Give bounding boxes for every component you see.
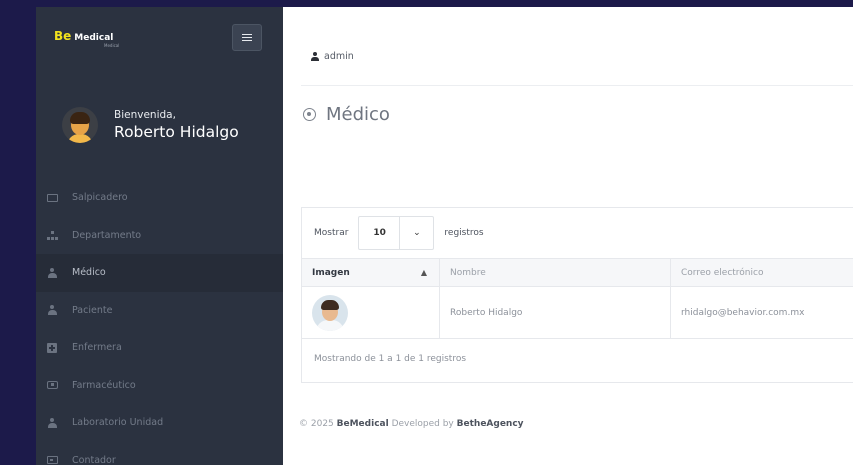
brand-logo-medical: Medical	[74, 33, 114, 43]
sidebar: Be Medical Medical Bienvenida, Roberto H…	[36, 7, 283, 465]
sidebar-item-label: Salpicadero	[72, 192, 128, 204]
show-label: Mostrar	[314, 228, 349, 238]
brand-logo-be: Be	[54, 29, 72, 43]
circle-dot-icon	[303, 108, 316, 121]
user-icon	[311, 52, 319, 61]
footer-agency-link[interactable]: BetheAgency	[457, 419, 524, 429]
brand-tagline: Medical	[104, 43, 120, 48]
table-length-control: Mostrar 10 ⌄ registros	[302, 208, 853, 258]
page-size-select[interactable]: 10 ⌄	[358, 216, 435, 250]
cell-email: rhidalgo@behavior.com.mx	[681, 307, 805, 318]
greeting-text: Bienvenida,	[114, 109, 176, 121]
page-title: Médico	[303, 104, 390, 125]
card-icon	[46, 455, 58, 465]
records-label: registros	[444, 228, 484, 238]
sidebar-item-salpicadero[interactable]: Salpicadero	[36, 179, 283, 217]
user-name: Roberto Hidalgo	[114, 123, 239, 141]
sort-asc-icon: ▲	[420, 268, 427, 277]
sidebar-item-farmaceutico[interactable]: Farmacéutico	[36, 367, 283, 405]
user-profile: Bienvenida, Roberto Hidalgo	[62, 107, 239, 143]
person-icon	[46, 305, 58, 316]
hamburger-icon	[242, 34, 252, 41]
sidebar-item-paciente[interactable]: Paciente	[36, 292, 283, 330]
sidebar-item-label: Farmacéutico	[72, 379, 136, 391]
plus-square-icon	[46, 342, 58, 353]
sidebar-item-label: Contador	[72, 454, 116, 465]
username-label: admin	[324, 51, 354, 62]
monitor-icon	[46, 193, 58, 203]
sidebar-item-laboratorio[interactable]: Laboratorio Unidad	[36, 404, 283, 442]
column-header-nombre[interactable]: Nombre	[440, 259, 671, 286]
sidebar-item-medico[interactable]: Médico	[36, 254, 283, 292]
sidebar-item-contador[interactable]: Contador	[36, 442, 283, 465]
doctor-photo	[312, 294, 348, 331]
pill-icon	[46, 380, 58, 390]
org-chart-icon	[46, 230, 58, 240]
page-footer: © 2025 BeMedical Developed by BetheAgenc…	[299, 419, 524, 429]
main-content: admin Médico Mostrar 10 ⌄ registros Imag…	[283, 7, 853, 465]
records-table-panel: Mostrar 10 ⌄ registros Imagen ▲ Nombre C…	[301, 207, 853, 383]
header-divider	[301, 85, 853, 86]
sidebar-item-enfermera[interactable]: Enfermera	[36, 329, 283, 367]
sidebar-nav: Salpicadero Departamento Médico Paciente…	[36, 179, 283, 465]
sidebar-item-label: Departamento	[72, 229, 142, 241]
footer-brand-link[interactable]: BeMedical	[337, 419, 389, 429]
avatar	[62, 107, 98, 143]
app-window: Be Medical Medical Bienvenida, Roberto H…	[36, 7, 853, 465]
page-size-value: 10	[373, 228, 386, 238]
sidebar-item-label: Paciente	[72, 304, 113, 316]
cell-name: Roberto Hidalgo	[440, 287, 671, 338]
table-row[interactable]: Roberto Hidalgo rhidalgo@behavior.com.mx	[302, 287, 853, 339]
column-header-correo[interactable]: Correo electrónico	[671, 259, 853, 286]
column-header-imagen[interactable]: Imagen ▲	[302, 259, 440, 286]
chevron-down-icon: ⌄	[399, 217, 433, 249]
user-menu[interactable]: admin	[311, 51, 354, 62]
person-icon	[46, 417, 58, 428]
menu-toggle-button[interactable]	[232, 24, 262, 51]
table-info: Mostrando de 1 a 1 de 1 registros	[314, 354, 467, 364]
sidebar-item-label: Enfermera	[72, 342, 122, 354]
sidebar-item-label: Laboratorio Unidad	[72, 417, 164, 429]
table-header: Imagen ▲ Nombre Correo electrónico	[302, 258, 853, 287]
brand-logo[interactable]: Be Medical Medical	[54, 29, 119, 48]
sidebar-item-departamento[interactable]: Departamento	[36, 217, 283, 255]
sidebar-item-label: Médico	[72, 267, 106, 279]
person-icon	[46, 267, 58, 278]
page-title-text: Médico	[326, 104, 390, 125]
